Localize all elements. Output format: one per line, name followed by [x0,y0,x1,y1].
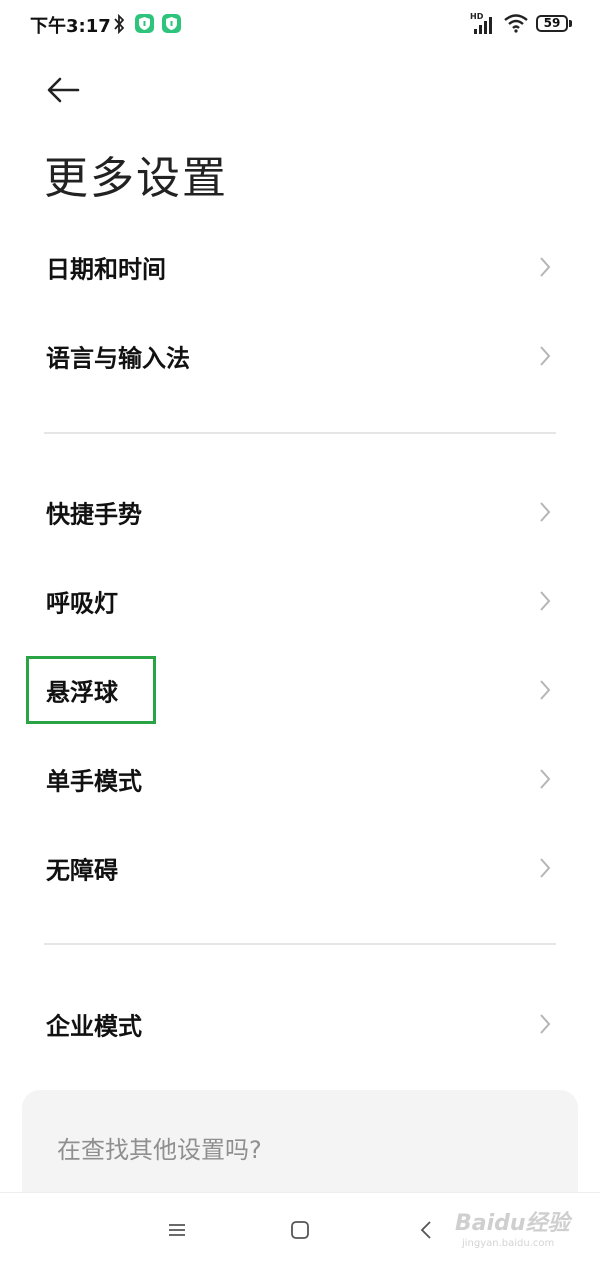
watermark-url: jingyan.baidu.com [462,1238,555,1249]
status-time: 下午3:17 [30,16,111,37]
settings-item-label: 无障碍 [46,856,118,885]
signal-icon [474,17,492,34]
arrow-left-icon [47,77,80,103]
chevron-right-icon [540,680,551,700]
section-divider [44,943,556,945]
battery-tip [569,20,572,27]
settings-item-one-hand-mode[interactable]: 单手模式 [0,744,600,814]
home-icon[interactable] [286,1215,314,1245]
settings-item-gestures[interactable]: 快捷手势 [0,477,600,547]
settings-item-language-input[interactable]: 语言与输入法 [0,321,600,391]
settings-item-label: 企业模式 [46,1012,142,1041]
settings-item-label: 语言与输入法 [46,344,190,373]
battery-icon: 59 [536,15,568,32]
settings-item-label: 呼吸灯 [46,589,118,618]
back-button[interactable] [40,70,90,110]
wifi-icon [504,14,528,33]
chevron-right-icon [540,257,551,277]
settings-item-date-time[interactable]: 日期和时间 [0,232,600,302]
menu-icon[interactable] [163,1215,191,1245]
shield-icon [135,14,154,33]
chevron-right-icon [540,1014,551,1034]
highlight-box [26,656,156,724]
shield-icon [162,14,181,33]
chevron-right-icon [540,502,551,522]
chevron-right-icon [540,346,551,366]
settings-item-accessibility[interactable]: 无障碍 [0,833,600,903]
watermark-brand: Baidu经验 [455,1211,570,1236]
section-divider [44,432,556,434]
chevron-right-icon [540,591,551,611]
chevron-right-icon [540,858,551,878]
back-icon[interactable] [412,1215,440,1245]
settings-item-label: 单手模式 [46,767,142,796]
battery-level: 59 [543,16,561,30]
page-title: 更多设置 [44,153,228,204]
settings-item-enterprise-mode[interactable]: 企业模式 [0,989,600,1059]
settings-item-label: 快捷手势 [46,500,142,529]
bluetooth-icon [114,13,125,35]
status-bar: 下午3:17 HD 59 [0,0,600,50]
settings-item-breathing-light[interactable]: 呼吸灯 [0,566,600,636]
chevron-right-icon [540,769,551,789]
search-suggestion-text: 在查找其他设置吗? [57,1136,262,1164]
settings-item-label: 日期和时间 [46,255,166,284]
